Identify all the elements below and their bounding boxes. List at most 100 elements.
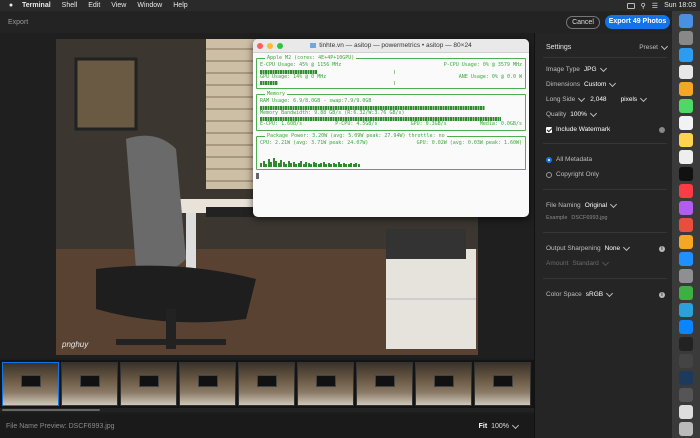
app-store-icon[interactable] [679, 252, 693, 266]
chevron-down-icon[interactable] [606, 289, 614, 297]
menu-edit[interactable]: Edit [88, 2, 100, 9]
downloads-icon[interactable] [679, 405, 693, 419]
chevron-down-icon[interactable] [511, 421, 520, 429]
zoom-control[interactable]: Fit 100% [479, 421, 520, 430]
trash-icon[interactable] [679, 422, 693, 436]
telegram-icon[interactable] [679, 303, 693, 317]
preview-icon[interactable] [679, 388, 693, 402]
export-button[interactable]: Export 49 Photos [605, 15, 670, 29]
copyright-only-radio[interactable] [546, 171, 552, 178]
terminal-title: tinhte.vn — asitop — powermetrics • asit… [253, 42, 529, 49]
thumbnail[interactable] [297, 362, 354, 406]
notes-icon[interactable] [679, 133, 693, 147]
activity-monitor-icon[interactable] [679, 354, 693, 368]
menubar-clock[interactable]: Sun 18:03 [664, 2, 696, 9]
all-metadata-label[interactable]: All Metadata [556, 156, 592, 163]
line-icon[interactable] [679, 286, 693, 300]
system-settings-icon[interactable] [679, 269, 693, 283]
settings-heading: Settings [546, 44, 572, 51]
control-center-icon[interactable]: ☰ [652, 2, 658, 10]
copyright-only-label[interactable]: Copyright Only [556, 171, 599, 178]
news-icon[interactable] [679, 218, 693, 232]
dimensions-select[interactable]: Custom [584, 81, 606, 88]
chevron-down-icon[interactable] [589, 109, 597, 117]
quality-label: Quality [546, 111, 567, 118]
scrollbar-thumb[interactable] [2, 409, 100, 411]
thumbnail[interactable] [238, 362, 295, 406]
quality-select[interactable]: 100% [570, 111, 587, 118]
chevron-down-icon[interactable] [609, 79, 617, 87]
long-side-label: Long Side [546, 96, 576, 103]
chevron-down-icon[interactable] [640, 94, 648, 102]
info-icon[interactable]: i [659, 245, 665, 252]
pages-icon[interactable] [679, 235, 693, 249]
dimensions-label: Dimensions [546, 81, 580, 88]
thumbnail[interactable] [415, 362, 472, 406]
podcasts-icon[interactable] [679, 201, 693, 215]
thumbnail[interactable] [356, 362, 413, 406]
export-header: Export Cancel Export 49 Photos [0, 11, 672, 33]
thumbnail[interactable] [474, 362, 531, 406]
preset-label[interactable]: Preset [639, 44, 658, 51]
chevron-down-icon[interactable] [578, 94, 586, 102]
menu-window[interactable]: Window [137, 2, 162, 9]
bw-pcpu: P-CPU: 4.5GB/s [335, 121, 378, 128]
reminders-icon[interactable] [679, 150, 693, 164]
info-icon[interactable]: i [659, 291, 665, 298]
ane-bar [394, 81, 522, 86]
photos-icon[interactable] [679, 82, 693, 96]
safari-icon[interactable] [679, 48, 693, 62]
menu-app-name[interactable]: Terminal [22, 2, 51, 9]
color-space-select[interactable]: sRGB [586, 291, 603, 298]
long-side-input[interactable]: 2,048 [590, 96, 606, 103]
thumbnail[interactable] [2, 362, 59, 406]
search-icon[interactable]: ⚲ [641, 2, 646, 10]
memory-bandwidth: Memory Bandwidth: 9.88 GB/s (R:6.32/W:3.… [260, 109, 405, 116]
amount-label: Amount [546, 260, 569, 267]
menu-view[interactable]: View [111, 2, 126, 9]
sharpening-select[interactable]: None [605, 245, 621, 252]
chevron-down-icon[interactable] [623, 243, 631, 251]
power-box: Package Power: 3.20W (avg: 5.09W peak: 2… [256, 133, 526, 170]
terminal-titlebar[interactable]: tinhte.vn — asitop — powermetrics • asit… [253, 39, 529, 53]
gear-icon[interactable] [659, 126, 665, 133]
gpu-power: GPU: 0.02W (avg: 0.03W peak: 1.60W) [416, 139, 522, 146]
thumbnail[interactable] [120, 362, 177, 406]
file-naming-select[interactable]: Original [585, 202, 607, 209]
export-settings-panel: Settings Preset Image Type JPG Dimension… [534, 33, 673, 438]
window-title: Export [8, 18, 29, 26]
cancel-button[interactable]: Cancel [566, 16, 600, 29]
chevron-down-icon[interactable] [610, 200, 618, 208]
music-icon[interactable] [679, 184, 693, 198]
terminal-window[interactable]: tinhte.vn — asitop — powermetrics • asit… [253, 39, 529, 217]
include-watermark-label[interactable]: Include Watermark [556, 126, 610, 133]
menu-shell[interactable]: Shell [62, 2, 78, 9]
all-metadata-radio[interactable] [546, 156, 552, 163]
image-type-select[interactable]: JPG [584, 66, 597, 73]
chevron-down-icon[interactable] [599, 64, 607, 72]
menu-help[interactable]: Help [173, 2, 187, 9]
preset-dropdown[interactable]: Preset [639, 42, 669, 51]
chevron-down-icon[interactable] [660, 42, 669, 51]
calendar-icon[interactable] [679, 116, 693, 130]
zalo-icon[interactable] [679, 320, 693, 334]
messages-icon[interactable] [679, 99, 693, 113]
display-icon[interactable] [626, 2, 635, 9]
terminal-icon[interactable] [679, 337, 693, 351]
zoom-value[interactable]: 100% [491, 423, 509, 430]
lightroom-icon[interactable] [679, 371, 693, 385]
tv-icon[interactable] [679, 167, 693, 181]
finder-icon[interactable] [679, 14, 693, 28]
chip-legend: Apple M2 (cores: 4E+4P+10GPU) [265, 55, 357, 62]
include-watermark-checkbox[interactable] [546, 126, 552, 133]
thumbnail[interactable] [179, 362, 236, 406]
pcpu-bar [394, 69, 522, 74]
filmstrip-scrollbar[interactable] [0, 408, 534, 412]
unit-select[interactable]: pixels [621, 96, 638, 103]
apple-icon[interactable]: ● [0, 2, 22, 9]
launchpad-icon[interactable] [679, 31, 693, 45]
fit-label[interactable]: Fit [479, 423, 488, 430]
terminal-content[interactable]: Apple M2 (cores: 4E+4P+10GPU) E-CPU Usag… [253, 53, 529, 181]
thumbnail[interactable] [61, 362, 118, 406]
chrome-icon[interactable] [679, 65, 693, 79]
